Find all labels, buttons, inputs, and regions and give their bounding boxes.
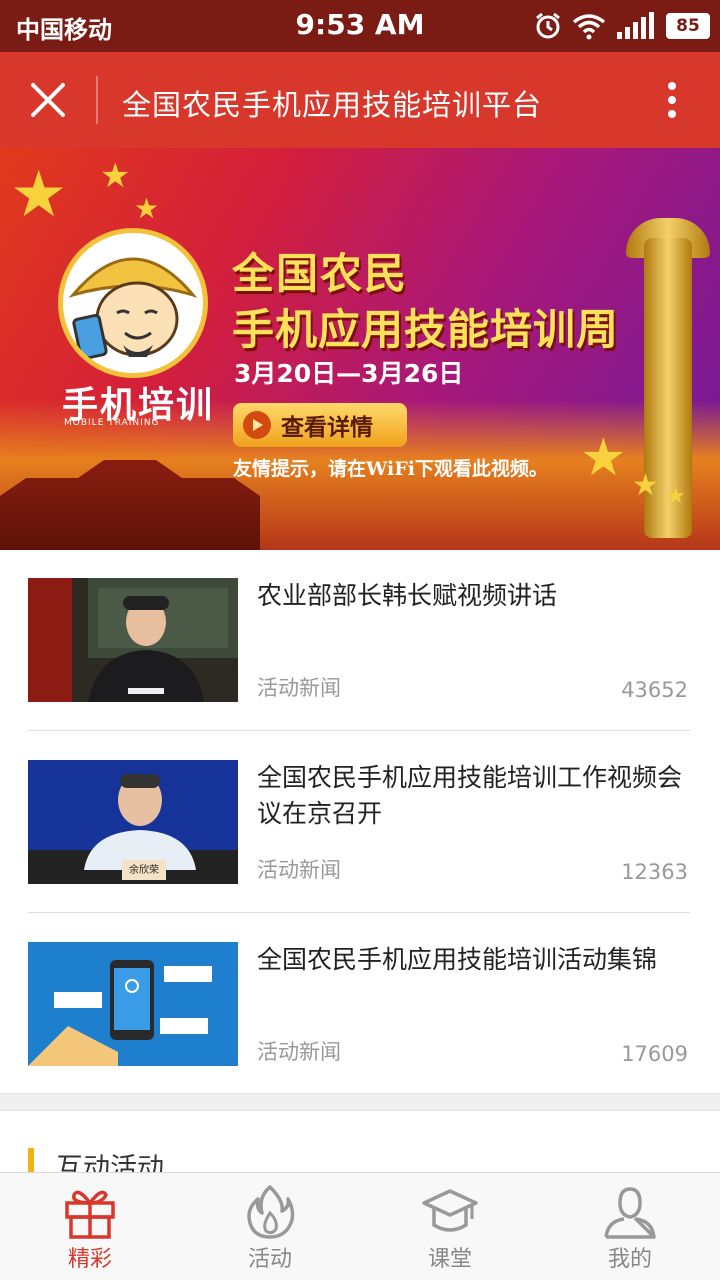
star-icon: ★ [580, 428, 627, 488]
tab-label: 精彩 [67, 1247, 112, 1272]
news-item[interactable]: 余欣荣 全国农民手机应用技能培训工作视频会议在京召开 活动新闻 12363 [28, 760, 690, 884]
view-details-button[interactable]: 查看详情 [233, 403, 407, 447]
news-item[interactable]: 全国农民手机应用技能培训活动集锦 活动新闻 17609 [28, 942, 690, 1066]
banner-logo-subtitle: MOBILE TRAINING [64, 418, 160, 428]
section-divider [0, 1093, 720, 1111]
list-divider [28, 730, 690, 731]
close-icon [31, 83, 65, 117]
news-view-count: 12363 [621, 860, 688, 884]
wifi-tip: 友情提示，请在WiFi下观看此视频。 [233, 458, 548, 480]
banner-headline-line1: 全国农民 [232, 249, 409, 298]
more-dots-icon [668, 82, 676, 90]
news-view-count: 43652 [621, 678, 688, 702]
gift-icon [65, 1190, 115, 1239]
more-menu-button[interactable] [650, 78, 694, 122]
tab-profile[interactable]: 我的 [540, 1173, 720, 1280]
status-bar: 中国移动 9:53 AM 85 [0, 0, 720, 52]
news-view-count: 17609 [621, 1042, 688, 1066]
nameplate-label: 余欣荣 [129, 865, 159, 876]
banner-date-range: 3月20日—3月26日 [234, 359, 464, 388]
status-icons: 85 [534, 10, 710, 42]
star-icon: ★ [100, 156, 131, 196]
title-bar: 全国农民手机应用技能培训平台 [0, 52, 720, 148]
promo-banner[interactable]: ★ ★ ★ ★ ★ ★ 手机培训 MOBILE TRAINING 全国农民 手机… [0, 148, 720, 550]
star-icon: ★ [10, 158, 68, 232]
news-thumbnail: 余欣荣 [28, 760, 238, 884]
news-title: 全国农民手机应用技能培训活动集锦 [257, 945, 658, 974]
battery-indicator: 85 [666, 13, 710, 39]
user-icon [604, 1187, 656, 1239]
news-category: 活动新闻 [257, 858, 341, 882]
wifi-icon [572, 14, 606, 40]
star-icon: ★ [632, 468, 659, 503]
banner-headline-line2: 手机应用技能培训周 [232, 305, 620, 354]
news-title: 农业部部长韩长赋视频讲话 [257, 581, 558, 610]
tab-activities[interactable]: 活动 [180, 1173, 360, 1280]
news-category: 活动新闻 [257, 676, 341, 700]
farmer-mascot-icon [68, 257, 198, 361]
news-thumbnail [28, 942, 238, 1066]
tab-classroom[interactable]: 课堂 [360, 1173, 540, 1280]
news-category: 活动新闻 [257, 1040, 341, 1064]
view-details-label: 查看详情 [281, 415, 373, 441]
alarm-icon [536, 12, 560, 39]
bottom-tab-bar: 精彩 活动 课堂 我的 [0, 1172, 720, 1280]
graduation-cap-icon [422, 1189, 478, 1232]
news-item[interactable]: 农业部部长韩长赋视频讲话 活动新闻 43652 [28, 578, 690, 702]
page-title: 全国农民手机应用技能培训平台 [122, 88, 543, 122]
tab-featured[interactable]: 精彩 [0, 1173, 180, 1280]
news-thumbnail [28, 578, 238, 702]
tab-label: 课堂 [427, 1247, 472, 1272]
tab-label: 活动 [247, 1247, 292, 1272]
star-icon: ★ [134, 192, 160, 225]
tab-label: 我的 [607, 1247, 652, 1272]
star-icon: ★ [666, 484, 686, 509]
farmer-mascot-avatar [58, 228, 208, 378]
title-divider [96, 76, 98, 124]
signal-icon [617, 12, 654, 39]
play-icon [243, 411, 271, 439]
flame-icon [247, 1185, 295, 1239]
more-dot [668, 110, 676, 118]
list-divider [28, 912, 690, 913]
news-title: 全国农民手机应用技能培训工作视频会议在京召开 [257, 763, 683, 828]
close-button[interactable] [18, 70, 78, 130]
more-dot [668, 96, 676, 104]
